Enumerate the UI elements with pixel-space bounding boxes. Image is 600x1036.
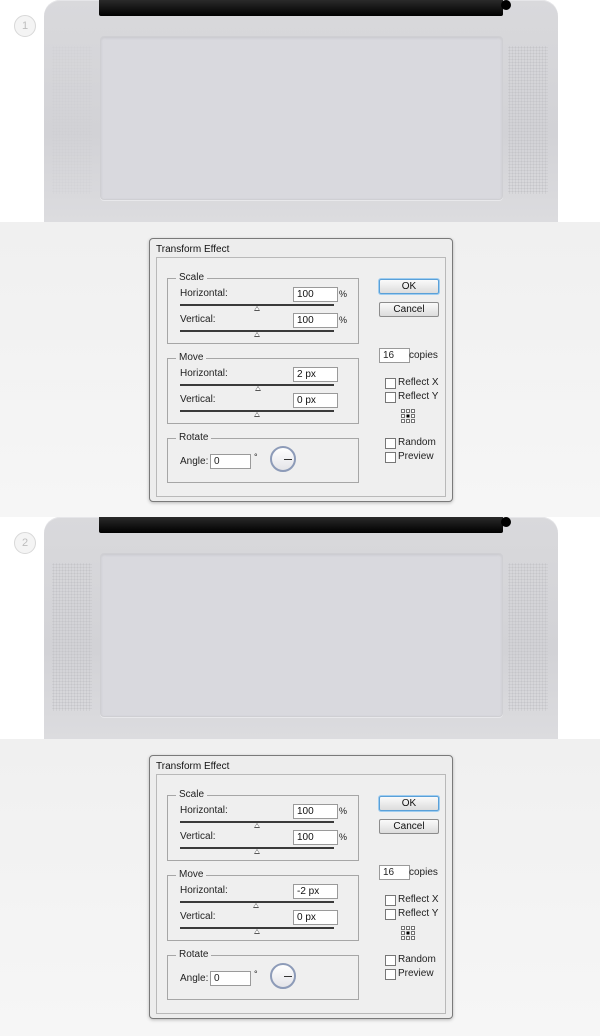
move-vertical-input[interactable]: 0 px — [293, 910, 338, 925]
cancel-button[interactable]: Cancel — [379, 302, 439, 317]
dialog-title: Transform Effect — [156, 244, 230, 255]
copies-input[interactable]: 16 — [379, 865, 410, 880]
scale-vertical-label: Vertical: — [180, 831, 216, 842]
reflect-y-box[interactable] — [385, 909, 396, 920]
angle-dial[interactable] — [270, 963, 296, 989]
move-horizontal-slider-thumb[interactable] — [255, 386, 261, 391]
scale-horizontal-label: Horizontal: — [180, 288, 228, 299]
device-screen — [100, 553, 503, 717]
scale-group-label: Scale — [176, 789, 208, 800]
dialog-area-2: Transform Effect Scale Horizontal: 100 %… — [0, 739, 600, 1036]
scale-vertical-input[interactable]: 100 — [293, 313, 338, 328]
reflect-x-label: Reflect X — [398, 894, 439, 905]
ok-button[interactable]: OK — [379, 279, 439, 294]
move-group-label: Move — [176, 869, 207, 880]
scale-horizontal-unit: % — [339, 806, 348, 816]
scale-horizontal-unit: % — [339, 289, 348, 299]
device-body — [44, 0, 558, 222]
scale-vertical-label: Vertical: — [180, 314, 216, 325]
transform-effect-dialog: Transform Effect Scale Horizontal: 100 %… — [149, 755, 453, 1019]
dialog-content: Scale Horizontal: 100 % Vertical: 100 % … — [156, 774, 446, 1014]
dialog-title: Transform Effect — [156, 761, 230, 772]
rotate-group: Rotate Angle: 0 ° — [167, 949, 359, 1000]
copies-input[interactable]: 16 — [379, 348, 410, 363]
scale-vertical-input[interactable]: 100 — [293, 830, 338, 845]
scale-vertical-unit: % — [339, 315, 348, 325]
scale-vertical-slider-thumb[interactable] — [254, 849, 260, 854]
rotate-group-label: Rotate — [176, 432, 212, 443]
random-box[interactable] — [385, 438, 396, 449]
scale-group: Scale Horizontal: 100 % Vertical: 100 % — [167, 789, 359, 861]
preview-box[interactable] — [385, 969, 396, 980]
step-1-artwork: 1 — [0, 0, 600, 222]
degree-symbol: ° — [254, 452, 258, 462]
reflect-y-label: Reflect Y — [398, 391, 439, 402]
move-vertical-slider-thumb[interactable] — [254, 412, 260, 417]
move-group: Move Horizontal: 2 px Vertical: 0 px — [167, 352, 359, 424]
scale-horizontal-label: Horizontal: — [180, 805, 228, 816]
reflect-x-box[interactable] — [385, 378, 396, 389]
scale-horizontal-input[interactable]: 100 — [293, 804, 338, 819]
scale-vertical-slider-thumb[interactable] — [254, 332, 260, 337]
speaker-grille-left — [52, 46, 92, 194]
move-group: Move Horizontal: -2 px Vertical: 0 px — [167, 869, 359, 941]
scale-vertical-unit: % — [339, 832, 348, 842]
reference-point-icon[interactable] — [401, 409, 415, 423]
dialog-area-1: Transform Effect Scale Horizontal: 100 %… — [0, 222, 600, 517]
speaker-grille-left — [52, 563, 92, 711]
preview-label: Preview — [398, 451, 434, 462]
scale-horizontal-slider-thumb[interactable] — [254, 306, 260, 311]
random-label: Random — [398, 437, 436, 448]
copies-label: copies — [409, 350, 438, 361]
reflect-x-label: Reflect X — [398, 377, 439, 388]
move-group-label: Move — [176, 352, 207, 363]
copies-label: copies — [409, 867, 438, 878]
step-badge-1: 1 — [14, 15, 36, 37]
device-body — [44, 517, 558, 739]
reference-point-icon[interactable] — [401, 926, 415, 940]
step-2-artwork: 2 — [0, 517, 600, 739]
angle-input[interactable]: 0 — [210, 454, 251, 469]
step-badge-2: 2 — [14, 532, 36, 554]
move-vertical-slider-thumb[interactable] — [254, 929, 260, 934]
move-horizontal-input[interactable]: -2 px — [293, 884, 338, 899]
device-top-bezel — [99, 517, 511, 533]
move-vertical-input[interactable]: 0 px — [293, 393, 338, 408]
move-horizontal-label: Horizontal: — [180, 885, 228, 896]
move-horizontal-label: Horizontal: — [180, 368, 228, 379]
reflect-y-label: Reflect Y — [398, 908, 439, 919]
angle-input[interactable]: 0 — [210, 971, 251, 986]
transform-effect-dialog: Transform Effect Scale Horizontal: 100 %… — [149, 238, 453, 502]
preview-label: Preview — [398, 968, 434, 979]
scale-horizontal-slider-thumb[interactable] — [254, 823, 260, 828]
reflect-x-box[interactable] — [385, 895, 396, 906]
random-label: Random — [398, 954, 436, 965]
scale-horizontal-input[interactable]: 100 — [293, 287, 338, 302]
move-horizontal-slider-thumb[interactable] — [253, 903, 259, 908]
degree-symbol: ° — [254, 969, 258, 979]
preview-box[interactable] — [385, 452, 396, 463]
angle-label: Angle: — [180, 973, 209, 984]
cancel-button[interactable]: Cancel — [379, 819, 439, 834]
ok-button[interactable]: OK — [379, 796, 439, 811]
speaker-grille-right — [508, 563, 548, 711]
speaker-grille-right — [508, 46, 548, 194]
reflect-y-box[interactable] — [385, 392, 396, 403]
device-top-bezel — [99, 0, 511, 16]
move-vertical-label: Vertical: — [180, 911, 216, 922]
move-horizontal-input[interactable]: 2 px — [293, 367, 338, 382]
rotate-group-label: Rotate — [176, 949, 212, 960]
rotate-group: Rotate Angle: 0 ° — [167, 432, 359, 483]
random-box[interactable] — [385, 955, 396, 966]
move-vertical-label: Vertical: — [180, 394, 216, 405]
device-screen — [100, 36, 503, 200]
scale-group-label: Scale — [176, 272, 208, 283]
angle-dial[interactable] — [270, 446, 296, 472]
angle-label: Angle: — [180, 456, 209, 467]
scale-group: Scale Horizontal: 100 % Vertical: 100 % — [167, 272, 359, 344]
dialog-content: Scale Horizontal: 100 % Vertical: 100 % … — [156, 257, 446, 497]
